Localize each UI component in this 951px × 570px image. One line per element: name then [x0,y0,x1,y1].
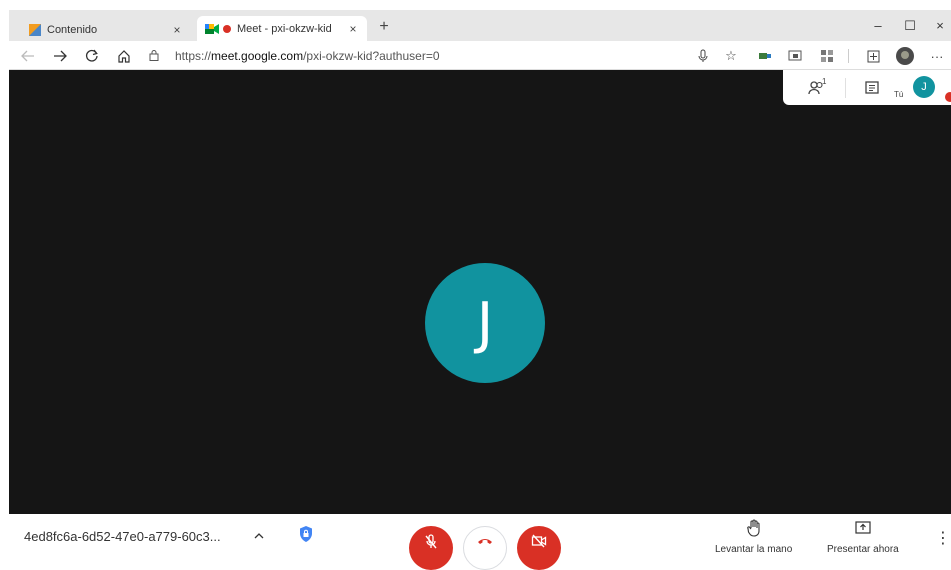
favorite-star-icon[interactable]: ☆ [721,46,741,66]
people-button[interactable]: 1 [806,77,828,98]
forward-icon[interactable] [49,45,71,67]
security-shield-icon[interactable] [295,522,317,546]
contenido-favicon-icon [29,23,41,36]
chevron-up-icon[interactable] [249,526,269,546]
present-now-button[interactable]: Presentar ahora [827,518,899,555]
participants-count: 1 [822,77,827,86]
tab-label: Contenido [47,23,98,36]
extension-icon[interactable] [755,46,775,66]
url-path: /pxi-okzw-kid?authuser=0 [303,49,440,63]
tab-contenido[interactable]: Contenido × [21,16,191,43]
address-bar[interactable]: https://meet.google.com/pxi-okzw-kid?aut… [149,45,729,67]
meeting-code[interactable]: 4ed8fc6a-6d52-47e0-a779-60c3... [24,529,221,544]
camera-off-button[interactable] [517,526,561,570]
lock-icon[interactable] [149,49,167,64]
profile-avatar[interactable] [895,46,915,66]
cast-icon[interactable] [785,46,805,66]
navigation-bar: https://meet.google.com/pxi-okzw-kid?aut… [9,41,951,70]
meeting-top-panel: 1 Tú J [783,70,951,105]
raise-hand-label: Levantar la mano [715,544,793,555]
minimize-button[interactable]: – [861,10,895,41]
microphone-permission-icon[interactable] [693,46,713,66]
tab-bar: Contenido × Meet - pxi-okzw-kid × + – ☐ … [9,10,951,41]
window-edge [0,0,9,561]
home-icon[interactable] [113,45,135,67]
favorites-icon[interactable] [863,46,883,66]
hand-icon [746,518,761,538]
new-tab-button[interactable]: + [373,16,395,38]
back-icon[interactable] [17,45,39,67]
present-now-label: Presentar ahora [827,544,899,555]
tab-close-icon[interactable]: × [169,23,185,37]
leave-call-button[interactable] [463,526,507,570]
meet-favicon-icon [205,23,219,35]
window-close-button[interactable]: × [923,10,951,41]
self-avatar[interactable]: J [913,76,935,98]
collections-icon[interactable] [817,46,837,66]
tab-close-icon[interactable]: × [345,22,361,36]
browser-menu-button[interactable]: ··· [927,46,947,66]
url-host: meet.google.com [211,49,304,63]
refresh-icon[interactable] [81,45,103,67]
video-stage: J [9,70,951,514]
participant-avatar: J [425,263,545,383]
microphone-off-button[interactable] [409,526,453,570]
recording-dot-icon [223,24,231,33]
tab-label: Meet - pxi-okzw-kid [237,22,332,35]
you-label: Tú [894,90,904,99]
chat-button[interactable] [861,78,883,98]
toolbar-divider [848,49,849,63]
meeting-controls-bar: 4ed8fc6a-6d52-47e0-a779-60c3... Levantar… [9,514,951,570]
raise-hand-button[interactable]: Levantar la mano [715,518,792,555]
maximize-button[interactable]: ☐ [893,10,927,41]
url-prefix: https:// [175,49,212,63]
panel-divider [845,78,846,98]
recording-indicator-icon [945,92,951,102]
more-options-icon[interactable]: ⋮ [935,528,951,548]
tab-meet[interactable]: Meet - pxi-okzw-kid × [197,16,367,41]
present-screen-icon [855,518,871,538]
